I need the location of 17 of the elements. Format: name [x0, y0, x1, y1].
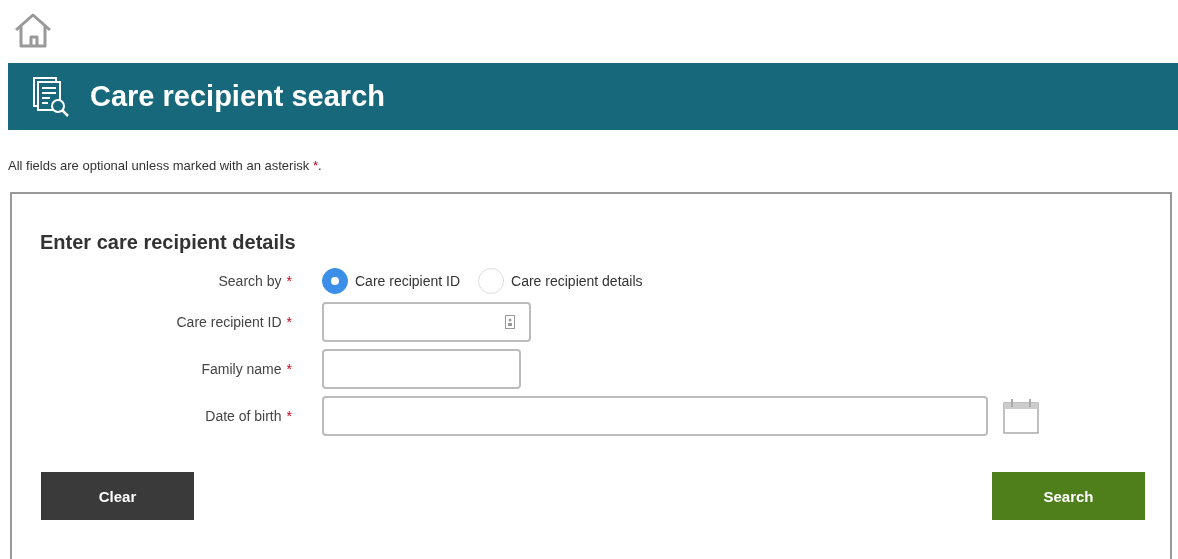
input-field[interactable] [322, 349, 521, 389]
field-label: Family name * [201, 361, 292, 377]
clear-button[interactable]: Clear [41, 472, 194, 520]
id-card-icon [505, 315, 515, 329]
radio-button[interactable] [322, 268, 348, 294]
search-button[interactable]: Search [992, 472, 1145, 520]
field-label: Search by * [218, 273, 292, 289]
field-label: Care recipient ID * [176, 314, 292, 330]
intro-text: All fields are optional unless marked with an asterisk *. [8, 158, 322, 173]
form-title: Enter care recipient details [40, 231, 296, 254]
page-title: Care recipient search [90, 80, 385, 113]
field-label: Date of birth * [205, 408, 292, 424]
radio-option[interactable]: Care recipient details [478, 268, 643, 294]
radio-option[interactable]: Care recipient ID [322, 268, 461, 294]
calendar-icon[interactable] [1002, 397, 1040, 435]
date-field[interactable] [322, 396, 988, 436]
input-field[interactable] [322, 302, 531, 342]
